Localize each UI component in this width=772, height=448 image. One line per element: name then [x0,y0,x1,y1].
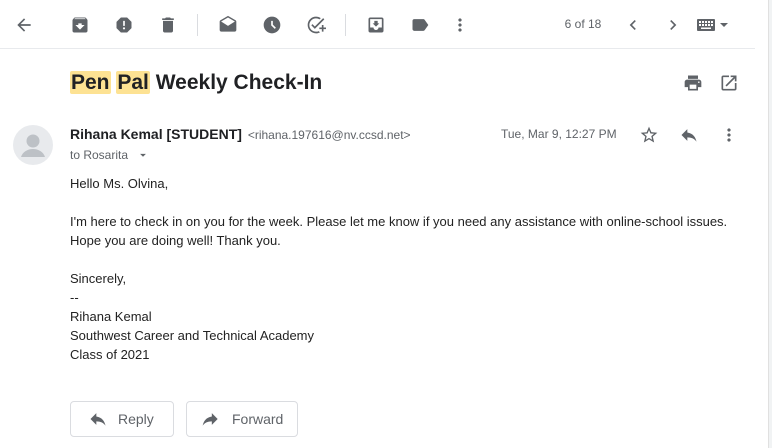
reply-icon-button[interactable] [676,122,702,148]
reply-button[interactable]: Reply [70,401,174,437]
star-outline-icon [640,126,658,143]
more-vert-icon [458,18,462,32]
print-icon [684,75,702,91]
clock-icon [263,16,281,34]
snooze-button[interactable] [254,7,290,43]
body-line: Rihana Kemal [70,309,152,324]
subject-row: Pen Pal Weekly Check-In [70,67,322,99]
add-task-icon [307,16,326,34]
reply-icon [90,413,106,426]
mark-unread-icon [219,15,237,32]
email-date: Tue, Mar 9, 12:27 PM [501,127,617,141]
archive-icon [72,17,88,33]
forward-icon [202,413,218,426]
toolbar: 6 of 18 [0,0,755,49]
reply-icon [681,129,697,142]
newer-button[interactable] [615,7,651,43]
back-button[interactable] [6,7,42,43]
sender-email: <rihana.197616@nv.ccsd.net> [247,128,411,142]
older-button[interactable] [655,7,691,43]
sender-line: Rihana Kemal [STUDENT] <rihana.197616@nv… [70,126,411,142]
star-button[interactable] [636,122,662,148]
chevron-left-icon [629,20,636,30]
labels-button[interactable] [402,7,438,43]
archive-button[interactable] [62,7,98,43]
body-line: Sincerely, [70,271,127,286]
arrow-left-icon [17,18,31,32]
body-line: Hello Ms. Olvina, [70,176,169,191]
chevron-right-icon [670,20,677,30]
body-line [70,250,750,269]
move-to-inbox-icon [368,17,384,33]
report-spam-button[interactable] [106,7,142,43]
scrollbar-track[interactable] [768,0,772,448]
reply-label: Reply [118,411,154,427]
search-highlight: Pal [116,71,150,94]
body-line: Southwest Career and Technical Academy [70,328,315,343]
print-all-button[interactable] [676,66,710,100]
email-body: Hello Ms. Olvina, I'm here to check in o… [70,174,750,364]
add-task-button[interactable] [298,7,334,43]
body-line: Hope you are doing well! Thank you. [70,233,281,248]
move-to-button[interactable] [358,7,394,43]
email-subject: Pen Pal Weekly Check-In [70,71,322,95]
subject-text: Weekly Check-In [149,71,323,94]
body-line [70,193,750,212]
caret-down-icon [140,153,146,157]
report-spam-icon [116,17,132,33]
label-icon [412,19,429,31]
body-line: I'm here to check in on you for the week… [70,214,728,229]
avatar[interactable] [13,125,53,165]
keyboard-icon [697,19,715,31]
trash-icon [162,17,174,33]
toolbar-divider [345,14,346,36]
open-in-new-icon [721,75,737,91]
pager-count: 6 of 18 [564,17,602,31]
more-button[interactable] [442,7,478,43]
caret-down-icon [720,23,728,27]
recipients-toggle[interactable]: to Rosarita [70,148,150,162]
sender-name[interactable]: Rihana Kemal [STUDENT] [70,126,242,142]
forward-button[interactable]: Forward [186,401,298,437]
recipient-label: to Rosarita [70,148,129,162]
body-line: -- [70,290,79,305]
search-highlight: Pen [70,71,111,94]
message-more-button[interactable] [716,122,742,148]
more-vert-icon [727,128,731,142]
mark-unread-button[interactable] [210,7,246,43]
body-line: Class of 2021 [70,347,150,362]
default-avatar-icon [21,134,45,157]
open-new-window-button[interactable] [712,66,746,100]
forward-label: Forward [232,411,284,427]
delete-button[interactable] [150,7,186,43]
input-tools-button[interactable] [696,14,738,36]
toolbar-divider [197,14,198,36]
